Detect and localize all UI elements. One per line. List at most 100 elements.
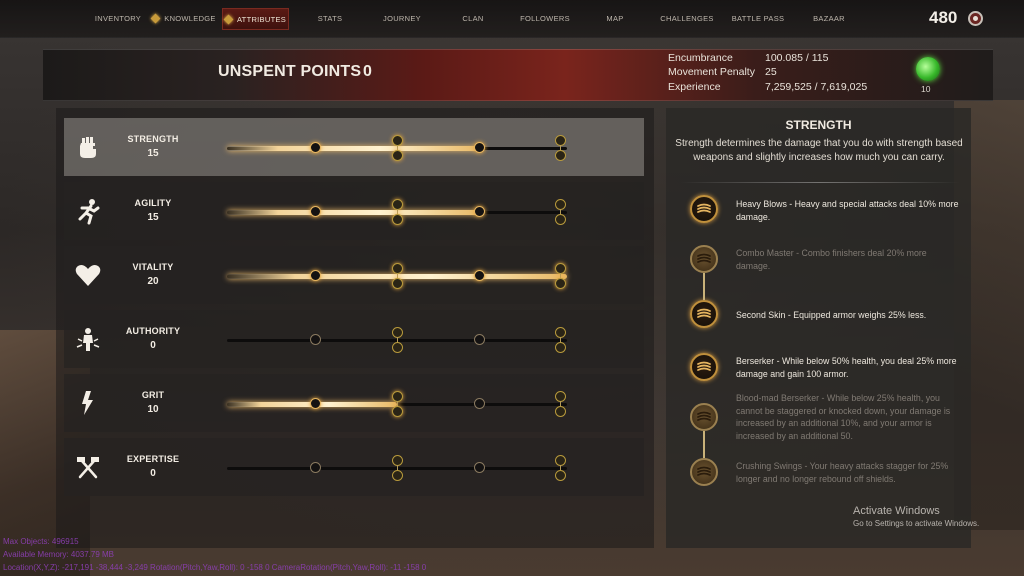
- potion-icon[interactable]: [916, 57, 940, 81]
- tab-label: ATTRIBUTES: [236, 15, 287, 24]
- tab-journey[interactable]: JOURNEY: [378, 8, 426, 30]
- tab-label: FOLLOWERS: [520, 14, 570, 23]
- stat-value: 7,259,525 / 7,619,025: [765, 81, 868, 93]
- tab-bazaar[interactable]: BAZAAR: [807, 8, 851, 30]
- stat-label: Encumbrance: [668, 52, 733, 64]
- tab-clan[interactable]: CLAN: [454, 8, 492, 30]
- debug-max-objects: Max Objects: 496915: [3, 537, 79, 546]
- tab-battle-pass[interactable]: BATTLE PASS: [729, 8, 787, 30]
- milestone-node-icon[interactable]: [310, 206, 321, 217]
- activate-windows-subtitle: Go to Settings to activate Windows.: [853, 519, 980, 528]
- perk-icon[interactable]: [690, 195, 718, 223]
- perk-node-lower-icon[interactable]: [555, 406, 566, 417]
- stat-value: 100.085 / 115: [765, 52, 829, 64]
- currency-coin-icon[interactable]: [968, 11, 983, 26]
- unspent-points-value: 0: [363, 63, 372, 80]
- perk-node-lower-icon[interactable]: [392, 406, 403, 417]
- attribute-row-agility[interactable]: AGILITY 15: [64, 182, 644, 240]
- milestone-node-icon[interactable]: [310, 270, 321, 281]
- crossed-hammers-icon: [72, 451, 104, 483]
- tab-challenges[interactable]: CHALLENGES: [658, 8, 716, 30]
- perk-description: Crushing Swings - Your heavy attacks sta…: [736, 461, 949, 484]
- perk-description: Second Skin - Equipped armor weighs 25% …: [736, 310, 927, 320]
- attribute-row-authority[interactable]: AUTHORITY 0: [64, 310, 644, 368]
- attribute-value: 0: [150, 340, 156, 351]
- perk-description: Combo Master - Combo finishers deal 20% …: [736, 248, 927, 271]
- unspent-points-label: UNSPENT POINTS: [218, 63, 362, 80]
- attribute-name: AGILITY: [134, 198, 172, 208]
- perk-node-lower-icon[interactable]: [392, 342, 403, 353]
- tab-label: INVENTORY: [94, 14, 142, 23]
- debug-location: Location(X,Y,Z): -217,191 -38,444 -3,249…: [3, 563, 427, 572]
- attribute-value: 15: [147, 148, 159, 159]
- milestone-node-icon[interactable]: [310, 398, 321, 409]
- perk-icon[interactable]: [690, 403, 718, 431]
- attribute-value: 0: [150, 468, 156, 479]
- attribute-row-strength[interactable]: STRENGTH 15: [64, 118, 644, 176]
- attribute-value: 10: [147, 404, 159, 415]
- attribute-row-vitality[interactable]: VITALITY 20: [64, 246, 644, 304]
- authority-icon: [72, 323, 104, 355]
- milestone-node-icon[interactable]: [310, 462, 321, 473]
- perk-icon[interactable]: [690, 353, 718, 381]
- attribute-row-grit[interactable]: GRIT 10: [64, 374, 644, 432]
- milestone-node-icon[interactable]: [474, 462, 485, 473]
- attribute-progress-track: [227, 135, 567, 161]
- detail-title: STRENGTH: [785, 118, 852, 132]
- attribute-value: 15: [147, 212, 159, 223]
- tab-knowledge[interactable]: KNOWLEDGE: [150, 8, 218, 30]
- attribute-name: GRIT: [141, 390, 165, 400]
- perk-node-lower-icon[interactable]: [392, 278, 403, 289]
- tab-attributes[interactable]: ATTRIBUTES: [222, 8, 289, 30]
- perk-link-connector: [703, 431, 705, 458]
- attribute-progress-track: [227, 391, 567, 417]
- perk-icon[interactable]: [690, 245, 718, 273]
- debug-available-memory: Available Memory: 4037.79 MB: [3, 550, 115, 559]
- notification-diamond-icon: [150, 13, 161, 24]
- milestone-node-icon[interactable]: [310, 142, 321, 153]
- perk-node-lower-icon[interactable]: [392, 150, 403, 161]
- potion-count: 10: [921, 84, 931, 94]
- perk-node-lower-icon[interactable]: [555, 278, 566, 289]
- perk-node-lower-icon[interactable]: [555, 150, 566, 161]
- perk-node-lower-icon[interactable]: [392, 214, 403, 225]
- attribute-row-expertise[interactable]: EXPERTISE 0: [64, 438, 644, 496]
- perk-icon[interactable]: [690, 458, 718, 486]
- perk-icon[interactable]: [690, 300, 718, 328]
- attribute-progress-track: [227, 263, 567, 289]
- tab-map[interactable]: MAP: [598, 8, 632, 30]
- top-navigation: INVENTORY KNOWLEDGE ATTRIBUTES STATS JOU…: [0, 0, 1024, 38]
- tab-label: STATS: [317, 14, 343, 23]
- detail-description: Strength determines the damage that you …: [675, 138, 963, 163]
- milestone-node-icon[interactable]: [474, 398, 485, 409]
- header-banner: [43, 49, 993, 101]
- attribute-progress-fill: [227, 146, 482, 151]
- milestone-node-icon[interactable]: [474, 206, 485, 217]
- perk-node-lower-icon[interactable]: [392, 470, 403, 481]
- tab-followers[interactable]: FOLLOWERS: [516, 8, 574, 30]
- perk-description: Heavy Blows - Heavy and special attacks …: [736, 199, 959, 222]
- tab-label: CHALLENGES: [660, 14, 714, 23]
- perk-node-lower-icon[interactable]: [555, 214, 566, 225]
- milestone-node-icon[interactable]: [474, 142, 485, 153]
- perk-link-connector: [703, 273, 705, 300]
- perk-node-lower-icon[interactable]: [555, 470, 566, 481]
- milestone-node-icon[interactable]: [474, 270, 485, 281]
- runner-icon: [72, 195, 104, 227]
- heart-icon: [72, 259, 104, 291]
- tab-label: CLAN: [462, 14, 484, 23]
- tab-stats[interactable]: STATS: [309, 8, 351, 30]
- perk-description: Blood-mad Berserker - While below 25% he…: [736, 393, 951, 441]
- notification-diamond-icon: [223, 14, 234, 25]
- tab-label: JOURNEY: [383, 14, 421, 23]
- attribute-name: EXPERTISE: [126, 454, 180, 464]
- tab-inventory[interactable]: INVENTORY: [92, 8, 144, 30]
- detail-divider: [680, 182, 960, 183]
- perk-description: Berserker - While below 50% health, you …: [736, 356, 957, 379]
- milestone-node-icon[interactable]: [310, 334, 321, 345]
- tab-label: KNOWLEDGE: [164, 14, 216, 23]
- fist-icon: [72, 131, 104, 163]
- activate-windows-title: Activate Windows: [853, 505, 940, 517]
- milestone-node-icon[interactable]: [474, 334, 485, 345]
- perk-node-lower-icon[interactable]: [555, 342, 566, 353]
